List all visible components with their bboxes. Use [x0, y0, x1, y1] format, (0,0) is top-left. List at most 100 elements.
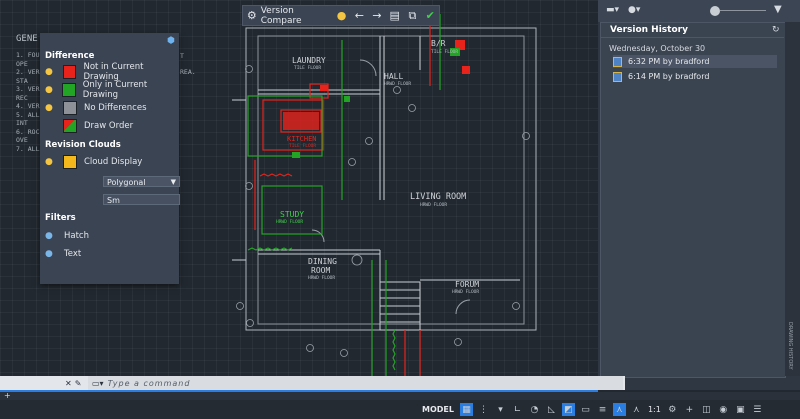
diff-row-not-in-current[interactable]: ● Not in Current Drawing [45, 62, 179, 82]
command-input[interactable]: ▭▾ Type a command [88, 376, 623, 390]
arrow-right-icon[interactable]: → [368, 6, 386, 25]
cloud-size-field[interactable]: Sm [103, 194, 180, 205]
snap-icon[interactable]: ⋮ [477, 403, 490, 416]
label-laundry: LAUNDRY [292, 56, 326, 65]
cloud-shape-value: Polygonal [107, 178, 146, 187]
dropdown-icon[interactable]: ▾ [494, 403, 507, 416]
version-item[interactable]: 6:14 PM by bradford [613, 70, 777, 83]
command-prompt-icon[interactable]: ▭▾ [92, 379, 104, 388]
label-dining-room: ROOM [311, 266, 331, 275]
settings-icon[interactable]: ⚙ [666, 403, 679, 416]
label-hall: HALL [384, 72, 404, 81]
filter-row-text[interactable]: ● Text [45, 247, 81, 261]
drawing-history-tab[interactable]: DRAWING HISTORY [787, 322, 793, 370]
wrench-icon[interactable]: ✎ [75, 379, 82, 388]
label-living-floor: HRWD FLOOR [420, 203, 448, 208]
isolate-icon[interactable]: ◫ [700, 403, 713, 416]
label-hall-floor: HRWD FLOOR [384, 82, 412, 87]
lineweight-icon[interactable]: ≡ [596, 403, 609, 416]
diff-label: Not in Current Drawing [83, 62, 144, 82]
side-tab-strip: DRAWING HISTORY [785, 22, 800, 376]
compare-icon[interactable]: ⧉ [404, 6, 422, 25]
otrack-icon[interactable]: ▭ [579, 403, 592, 416]
filter-label: Hatch [64, 231, 89, 241]
timeline-slider-handle[interactable] [710, 6, 720, 16]
color-swatch-green[interactable] [62, 83, 76, 97]
arrow-left-icon[interactable]: ← [350, 6, 368, 25]
chevron-down-icon: ▼ [170, 178, 176, 186]
label-living-room: LIVING ROOM [410, 192, 467, 202]
lightbulb-icon[interactable]: ● [45, 249, 54, 259]
lightbulb-icon[interactable]: ● [333, 6, 351, 25]
polar-icon[interactable]: ◔ [528, 403, 541, 416]
grid-icon[interactable]: ▦ [459, 403, 473, 416]
right-panel-toolbar: ▬▾ ●▾ ▼ [598, 0, 800, 22]
checkmark-icon[interactable]: ✔ [421, 6, 439, 25]
cloud-display-label: Cloud Display [84, 157, 143, 167]
revision-clouds-heading: Revision Clouds [45, 140, 121, 150]
cloud-shape-select[interactable]: Polygonal ▼ [103, 176, 180, 187]
label-dining: DINING [308, 257, 337, 266]
diff-label: Only in Current Drawing [82, 80, 148, 100]
drawing-file-icon [613, 56, 622, 67]
version-item[interactable]: 6:32 PM by bradford [613, 55, 777, 68]
label-kitchen-floor: TILE FLOOR [289, 144, 317, 149]
label-br: B/R [431, 39, 446, 48]
lightbulb-icon[interactable]: ● [45, 157, 54, 167]
filters-heading: Filters [45, 213, 76, 223]
model-space-label[interactable]: MODEL [422, 405, 454, 414]
clean-screen-icon[interactable]: ▣ [734, 403, 747, 416]
scale-label[interactable]: 1:1 [648, 405, 661, 414]
filter-label: Text [64, 249, 82, 259]
ortho-icon[interactable]: ∟ [511, 403, 524, 416]
drawing-file-icon [613, 71, 622, 82]
layout-tabs-strip [0, 392, 800, 400]
label-study-floor: HRWD FLOOR [276, 220, 304, 225]
diff-label: Draw Order [84, 121, 134, 131]
paste-icon[interactable]: ▤ [386, 6, 404, 25]
filter-row-hatch[interactable]: ● Hatch [45, 229, 89, 243]
annotation-scale-icon[interactable]: ⋏ [612, 403, 626, 416]
difference-heading: Difference [45, 51, 95, 61]
version-compare-title: Version Compare [260, 5, 302, 26]
refresh-icon[interactable]: ↻ [772, 25, 780, 35]
lightbulb-icon[interactable]: ● [45, 67, 54, 77]
lightbulb-icon[interactable]: ● [45, 103, 54, 113]
color-swatch-red[interactable] [62, 65, 77, 79]
user-filter-icon[interactable]: ●▾ [628, 5, 640, 15]
color-swatch-gray[interactable] [63, 101, 77, 115]
color-swatch-yellow[interactable] [63, 155, 77, 169]
label-forum-floor: HRWD FLOOR [452, 290, 480, 295]
diff-row-draw-order[interactable]: Draw Order [45, 119, 133, 133]
gear-icon[interactable]: ⚙ [243, 6, 261, 25]
close-icon[interactable]: ✕ [65, 379, 72, 388]
add-layout-icon[interactable]: + [4, 391, 11, 400]
view-menu-icon[interactable]: ▬▾ [606, 5, 619, 15]
version-date: Wednesday, October 30 [609, 44, 706, 53]
label-forum: FORUM [455, 280, 480, 289]
plus-icon[interactable]: + [683, 403, 696, 416]
version-compare-toolbar: ⚙ Version Compare ● ← → ▤ ⧉ ✔ [242, 5, 440, 26]
diff-label: No Differences [84, 103, 147, 113]
diff-row-no-differences[interactable]: ● No Differences [45, 101, 147, 115]
diff-row-only-in-current[interactable]: ● Only in Current Drawing [45, 80, 179, 100]
cloud-size-value: Sm [107, 196, 120, 205]
label-br-floor: TILE FLOOR [431, 50, 459, 55]
filter-icon[interactable]: ▼ [774, 4, 782, 15]
version-label: 6:32 PM by bradford [628, 57, 710, 66]
visibility-icon[interactable]: ⋏ [630, 403, 643, 416]
command-placeholder: Type a command [107, 378, 191, 388]
label-study: STUDY [280, 210, 305, 219]
osnap-icon[interactable]: ◩ [561, 403, 575, 416]
lightbulb-icon[interactable]: ● [45, 85, 53, 95]
pin-icon[interactable]: ⬢ [167, 36, 175, 46]
cloud-display-row[interactable]: ● Cloud Display [45, 155, 142, 169]
lightbulb-icon[interactable]: ● [45, 231, 54, 241]
isodraft-icon[interactable]: ◺ [545, 403, 558, 416]
customize-icon[interactable]: ☰ [751, 403, 764, 416]
timeline-slider-track[interactable] [720, 10, 766, 11]
hardware-icon[interactable]: ◉ [717, 403, 730, 416]
compare-settings-panel: ⬢ Difference ● Not in Current Drawing ● … [40, 33, 180, 284]
version-history-title: Version History [610, 25, 688, 35]
draw-order-swatch[interactable] [63, 119, 77, 133]
